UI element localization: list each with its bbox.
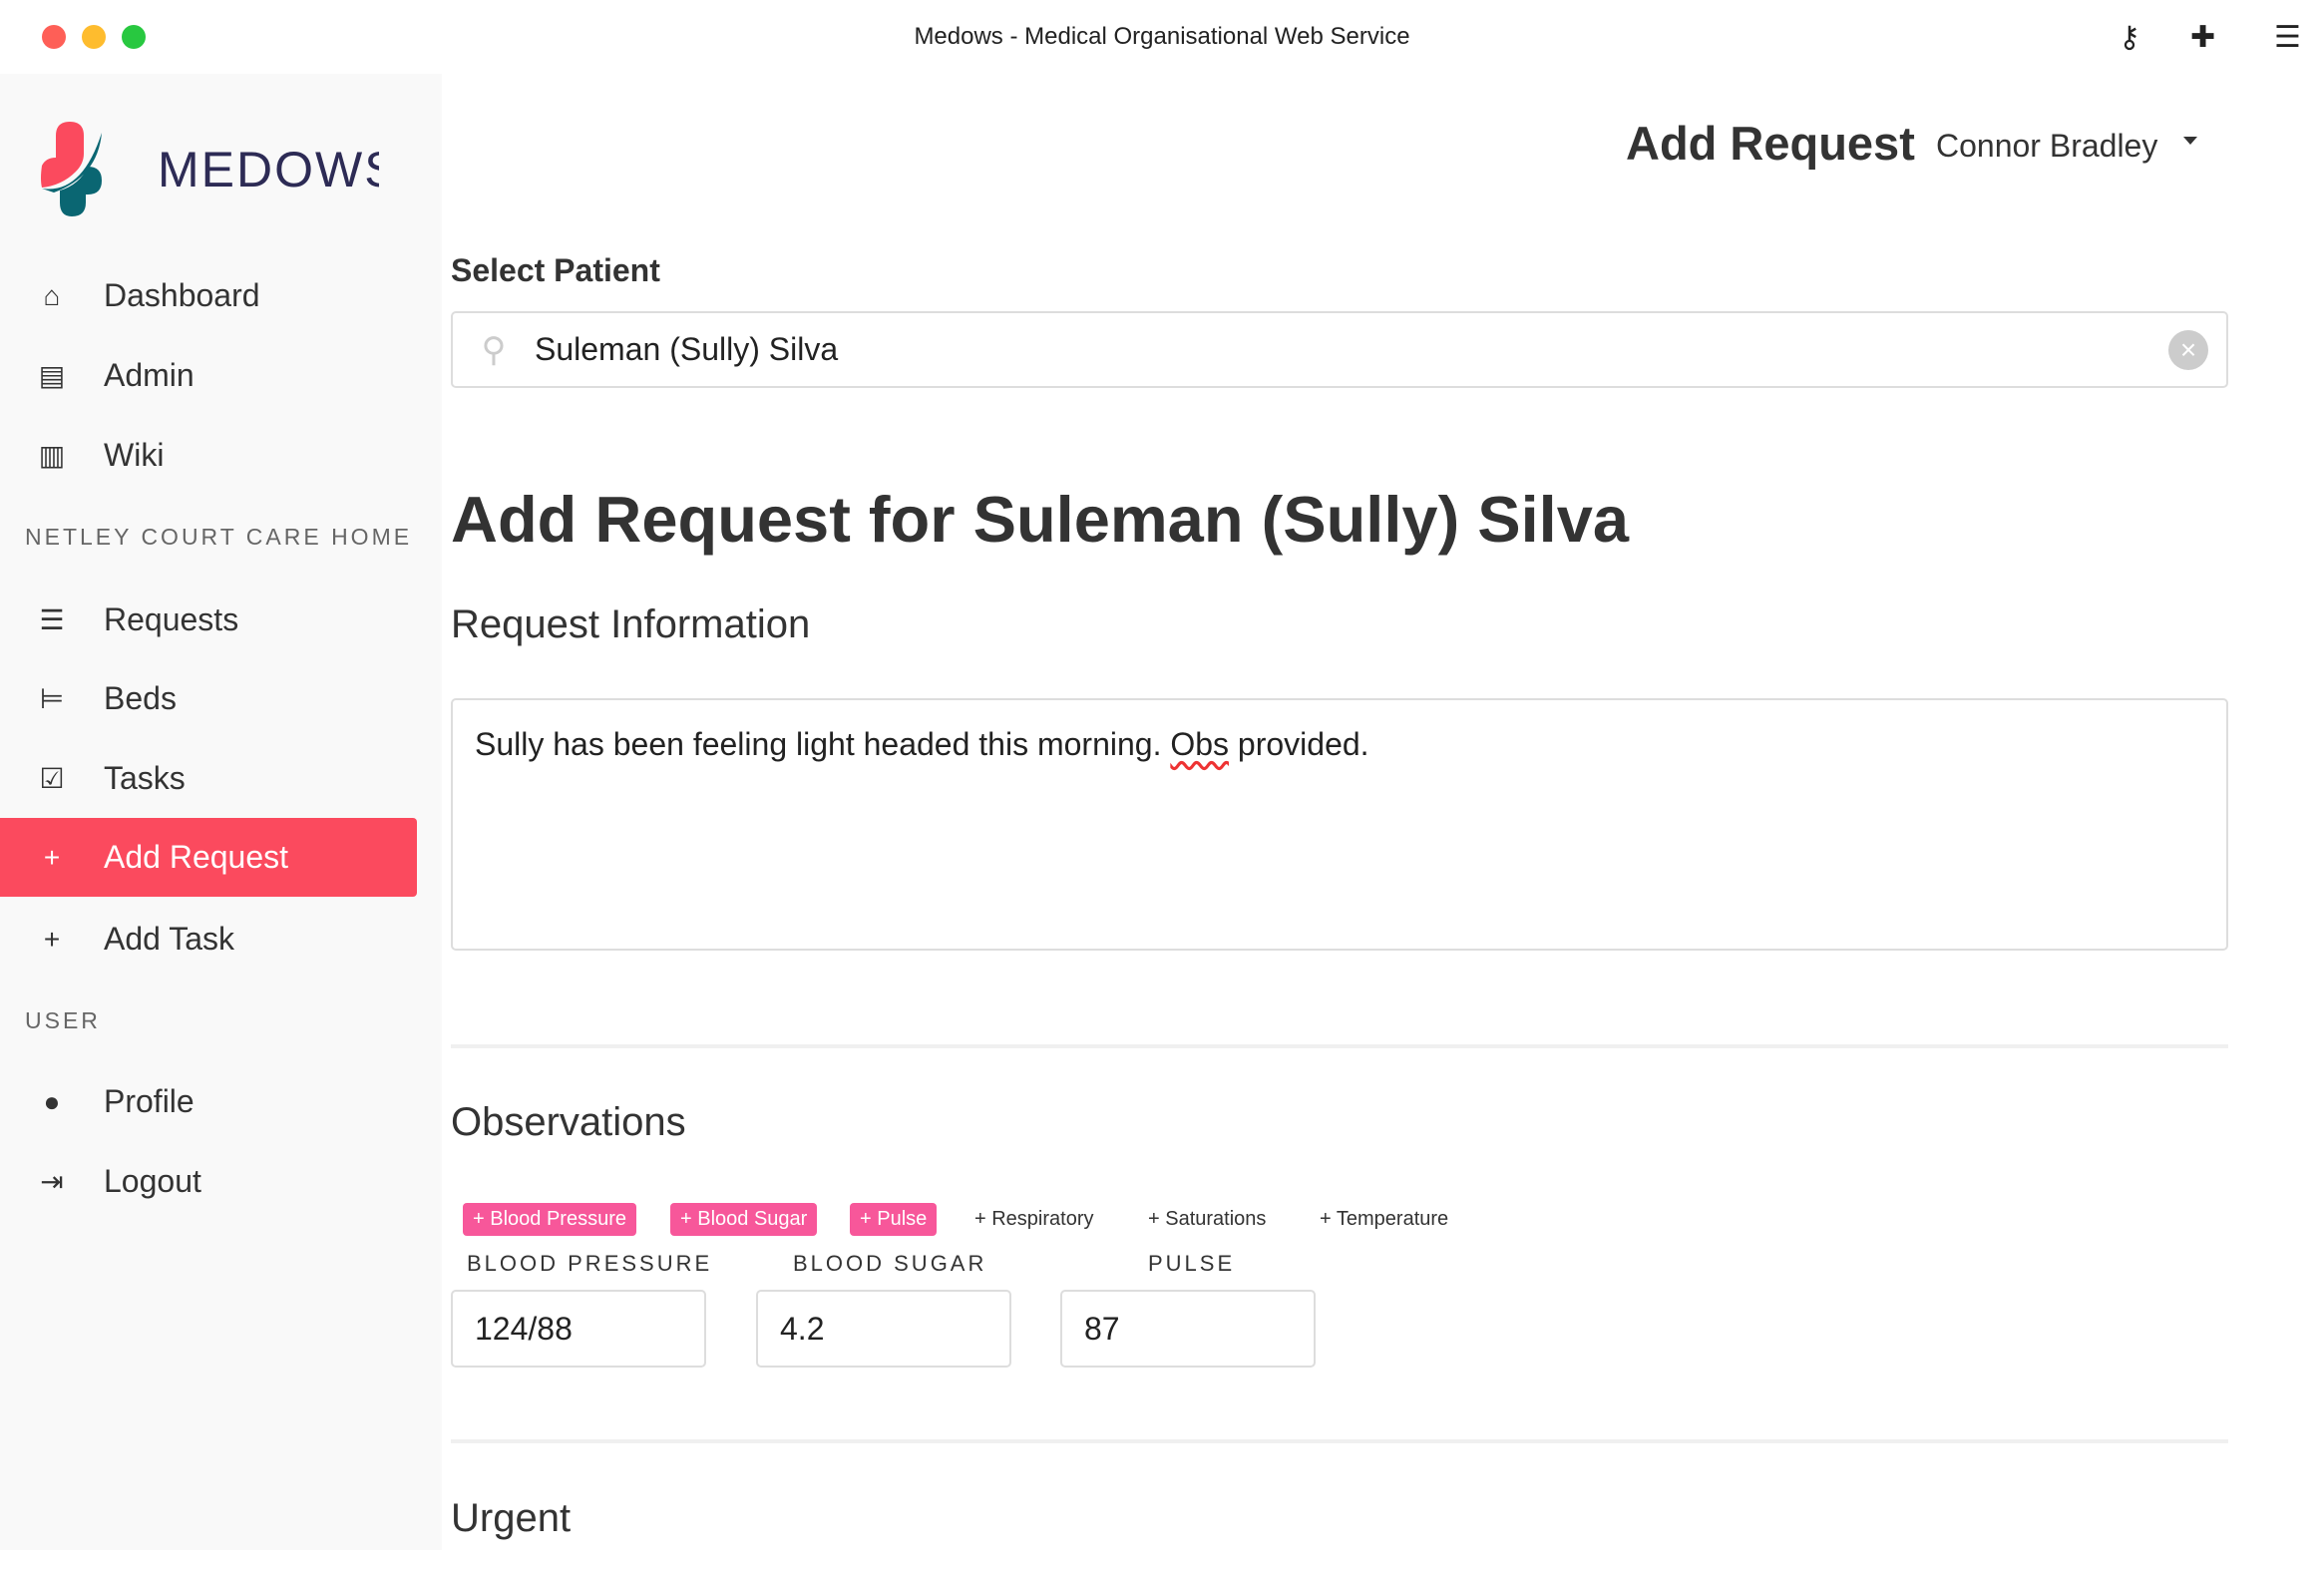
clear-icon[interactable]: × <box>2168 329 2208 370</box>
pulse-input[interactable]: 87 <box>1060 1290 1316 1368</box>
sidebar-item-tasks[interactable]: ☑ Tasks <box>0 739 417 818</box>
request-information-label: Request Information <box>451 602 811 646</box>
houses-icon: ⌂ <box>43 279 61 311</box>
chip-pulse[interactable]: + Pulse <box>850 1203 938 1236</box>
sidebar-item-dashboard[interactable]: ⌂ Dashboard <box>0 256 417 335</box>
chip-temperature[interactable]: + Temperature <box>1310 1203 1458 1236</box>
observations-label: Observations <box>451 1100 686 1144</box>
logout-icon: ⇥ <box>40 1166 64 1197</box>
logo-text: MEDOWS <box>158 142 379 197</box>
sidebar-item-label: Wiki <box>104 437 165 473</box>
blood-sugar-input[interactable]: 4.2 <box>756 1290 1011 1368</box>
sidebar-item-logout[interactable]: ⇥ Logout <box>0 1142 417 1221</box>
title-bar: Medows - Medical Organisational Web Serv… <box>0 0 2324 74</box>
chip-respiratory[interactable]: + Respiratory <box>965 1203 1104 1236</box>
chip-saturations[interactable]: + Saturations <box>1138 1203 1276 1236</box>
blood-pressure-label: BLOOD PRESSURE <box>467 1251 713 1276</box>
sidebar-item-label: Add Request <box>104 839 289 875</box>
chip-blood-pressure[interactable]: + Blood Pressure <box>463 1203 636 1236</box>
menu-icon[interactable]: ☰ <box>2274 20 2301 55</box>
section-label-user: USER <box>25 1007 101 1033</box>
puzzle-extension-icon[interactable]: ✚ <box>2190 20 2215 55</box>
request-information-textarea[interactable]: Sully has been feeling light headed this… <box>451 698 2228 951</box>
select-patient-label: Select Patient <box>451 252 660 288</box>
sidebar-item-profile[interactable]: ● Profile <box>0 1062 417 1141</box>
sidebar-item-label: Logout <box>104 1163 201 1199</box>
logo[interactable]: MEDOWS <box>40 117 398 221</box>
blood-sugar-label: BLOOD SUGAR <box>793 1251 987 1276</box>
plus-icon: + <box>43 841 61 873</box>
urgent-label: Urgent <box>451 1496 572 1540</box>
bed-icon: ⊨ <box>39 683 65 714</box>
request-text: provided. <box>1229 726 1369 762</box>
sidebar-item-label: Add Task <box>104 921 235 957</box>
page-title: Add Request <box>1626 117 1915 170</box>
request-text: Sully has been feeling light headed this… <box>475 726 1171 762</box>
sidebar-item-label: Admin <box>104 357 194 393</box>
chevron-down-icon[interactable] <box>2183 137 2197 145</box>
blood-pressure-input[interactable]: 124/88 <box>451 1290 706 1368</box>
clipboard-check-icon: ☑ <box>39 763 65 794</box>
sidebar-item-wiki[interactable]: ▥ Wiki <box>0 416 417 495</box>
list-icon: ☰ <box>39 604 65 635</box>
id-card-icon: ▤ <box>38 360 66 391</box>
user-icon: ● <box>43 1085 61 1117</box>
sidebar-item-label: Requests <box>104 601 239 637</box>
sidebar-item-admin[interactable]: ▤ Admin <box>0 336 417 415</box>
form-heading: Add Request for Suleman (Sully) Silva <box>451 483 1630 556</box>
sidebar-item-add-request[interactable]: + Add Request <box>0 818 417 897</box>
patient-search-input[interactable]: ⚲ Suleman (Sully) Silva × <box>451 311 2228 388</box>
sidebar-item-label: Dashboard <box>104 277 260 313</box>
sidebar-item-requests[interactable]: ☰ Requests <box>0 581 417 659</box>
pulse-label: PULSE <box>1148 1251 1236 1276</box>
window-title: Medows - Medical Organisational Web Serv… <box>914 23 1410 50</box>
search-icon: ⚲ <box>481 330 507 369</box>
sidebar-item-label: Tasks <box>104 760 186 796</box>
books-icon: ▥ <box>38 440 66 471</box>
divider <box>451 1439 2228 1443</box>
plus-icon: + <box>43 923 61 955</box>
chip-blood-sugar[interactable]: + Blood Sugar <box>670 1203 818 1236</box>
sidebar-item-label: Profile <box>104 1083 194 1119</box>
sidebar-item-label: Beds <box>104 680 177 716</box>
sidebar-item-beds[interactable]: ⊨ Beds <box>0 659 417 738</box>
user-menu[interactable]: Connor Bradley <box>1936 128 2157 165</box>
key-icon[interactable]: ⚷ <box>2119 20 2140 55</box>
sidebar-item-add-task[interactable]: + Add Task <box>0 900 417 979</box>
divider <box>451 1044 2228 1048</box>
patient-search-value[interactable]: Suleman (Sully) Silva <box>535 331 2168 368</box>
section-label-care-home: NETLEY COURT CARE HOME <box>25 524 413 550</box>
misspelled-word: Obs <box>1170 726 1230 762</box>
